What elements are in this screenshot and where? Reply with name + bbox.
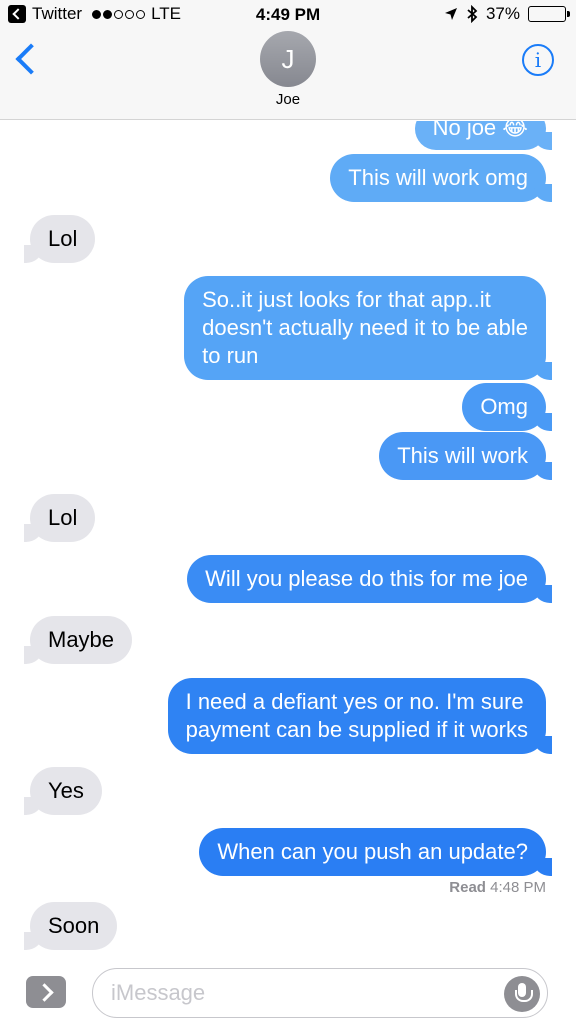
read-receipt: Read 4:48 PM <box>449 879 546 896</box>
message-bubble-incoming[interactable]: Yes <box>24 767 102 815</box>
message-bubble-outgoing[interactable]: This will work omg <box>330 154 552 202</box>
message-list: No joe 😂 This will work omg Lol So..it j… <box>0 121 576 954</box>
status-bar: Twitter LTE 4:49 PM 37% <box>0 0 576 30</box>
message-bubble-incoming[interactable]: Maybe <box>23 616 133 664</box>
message-bubble-incoming[interactable]: Lol <box>23 215 96 263</box>
location-icon <box>444 8 457 20</box>
message-bubble-outgoing[interactable]: When can you push an update? <box>199 828 552 876</box>
message-bubble-outgoing[interactable]: So..it just looks for that app..it doesn… <box>184 276 552 380</box>
bluetooth-icon <box>467 5 478 23</box>
contact-avatar[interactable]: J <box>260 31 316 87</box>
info-icon[interactable]: i <box>522 44 554 76</box>
message-bubble-incoming[interactable]: Lol <box>23 494 96 542</box>
message-bubble-outgoing[interactable]: This will work <box>379 432 552 480</box>
read-label: Read <box>449 879 486 896</box>
message-composer: iMessage <box>0 954 576 1024</box>
battery-icon <box>528 6 570 22</box>
microphone-icon[interactable] <box>504 976 540 1012</box>
message-bubble-outgoing[interactable]: Will you please do this for me joe <box>187 555 552 603</box>
imessage-input[interactable]: iMessage <box>92 968 548 1018</box>
back-chevron-icon[interactable] <box>15 43 47 75</box>
expand-apps-button[interactable] <box>26 976 66 1008</box>
message-bubble-outgoing[interactable]: Omg <box>462 383 552 431</box>
contact-name[interactable]: Joe <box>0 91 576 108</box>
read-time: 4:48 PM <box>490 879 546 896</box>
message-bubble-outgoing[interactable]: No joe 😂 <box>414 121 553 150</box>
message-bubble-outgoing[interactable]: I need a defiant yes or no. I'm sure pay… <box>167 678 553 754</box>
conversation-header: J Joe i <box>0 30 576 120</box>
battery-percent: 37% <box>485 4 520 23</box>
message-bubble-incoming[interactable]: Soon <box>23 902 118 950</box>
